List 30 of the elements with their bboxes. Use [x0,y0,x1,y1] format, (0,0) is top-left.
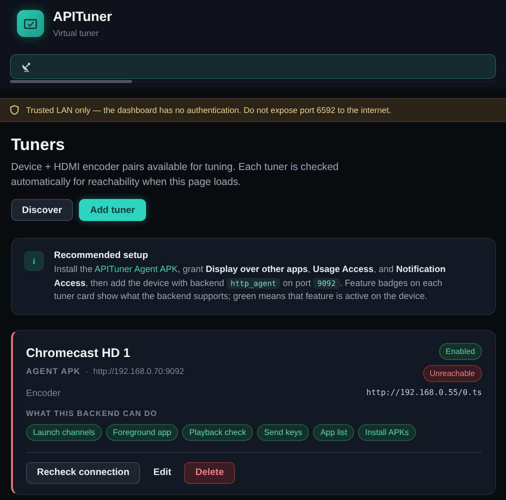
encoder-label: Encoder [26,388,61,398]
apk-link[interactable]: APITuner Agent APK [94,264,178,274]
tuner-name: Chromecast HD 1 [26,346,132,360]
discover-button[interactable]: Discover [11,199,74,221]
section-description: Device + HDMI encoder pairs available for tuning. Each tuner is checked automatically for reachability when this page loads. [11,161,340,190]
feature-badge: Foreground app [106,424,178,441]
encoder-url: http://192.168.0.55/0.ts [366,388,482,398]
backend-label: AGENT APK [26,366,80,376]
section-title: Tuners [11,136,66,155]
satellite-dish-icon [21,61,32,72]
recheck-button[interactable]: Recheck connection [26,462,140,484]
status-badge: Unreachable [422,364,482,382]
feature-badge: Install APKs [358,424,416,441]
feature-badge: Launch channels [26,424,102,441]
warning-text: Trusted LAN only — the dashboard has no authentication. Do not expose port 6592 to the internet. [26,105,392,115]
app-subtitle: Virtual tuner [53,28,100,38]
separator-dot: · [85,366,88,376]
info-title: Recommended setup [54,250,150,260]
delete-button[interactable]: Delete [184,462,235,484]
shield-icon [10,105,19,115]
info-icon: i [24,251,44,271]
app-logo [17,10,44,37]
device-url: http://192.168.0.70:9092 [93,366,184,376]
edit-button[interactable]: Edit [146,462,178,484]
status-badge: Enabled [438,342,482,360]
feature-badge: Send keys [257,424,310,441]
add-button[interactable]: Add tuner [79,199,146,221]
app-title: APITuner [53,9,112,24]
feature-badge: Playback check [182,424,254,441]
feature-badge: App list [313,424,354,441]
